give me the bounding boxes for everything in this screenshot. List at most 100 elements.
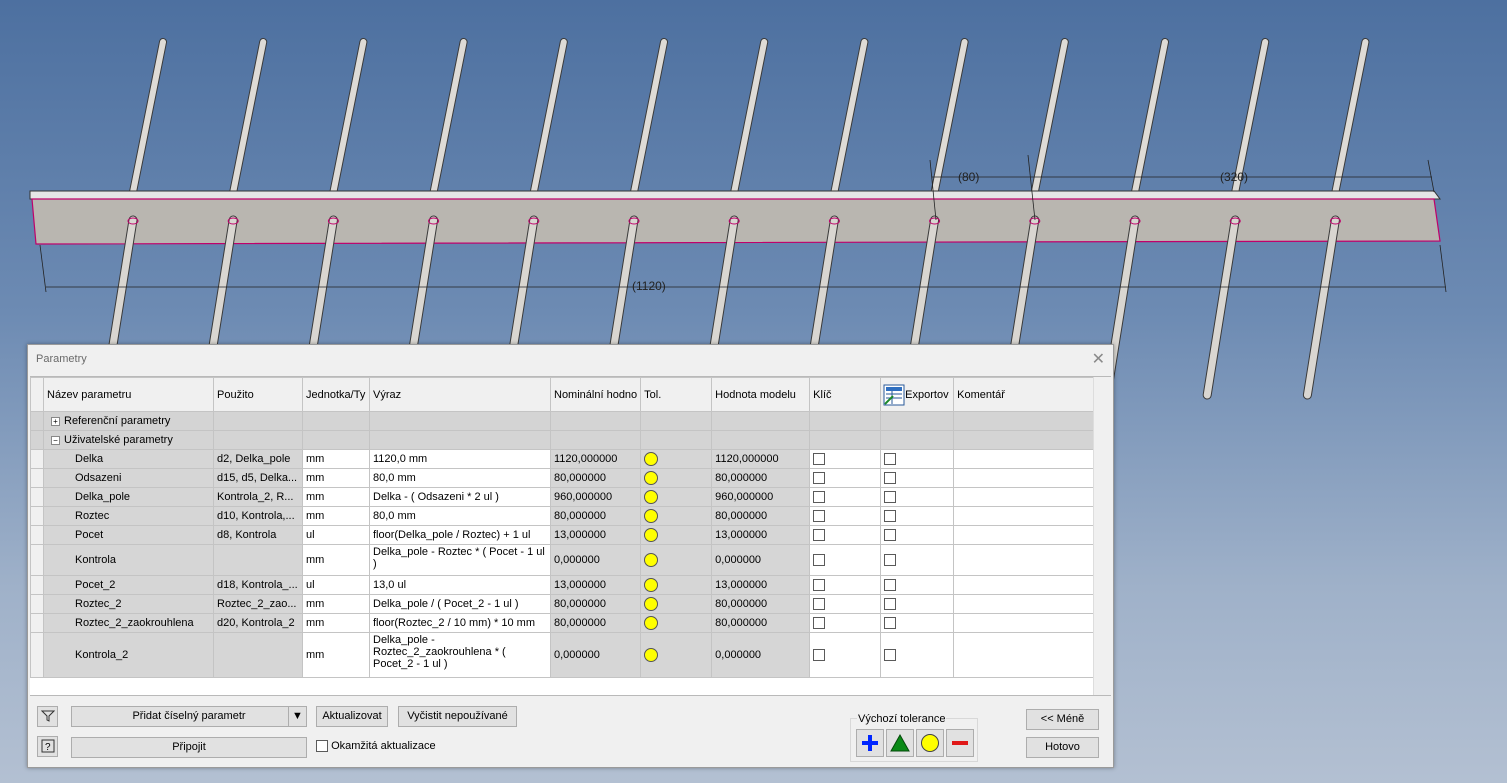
param-comment[interactable] bbox=[953, 613, 1100, 633]
section-user[interactable]: − Uživatelské parametry bbox=[30, 430, 1100, 450]
param-name-cell[interactable]: Kontrola_2 bbox=[43, 632, 214, 678]
param-name-cell[interactable]: Pocet_2 bbox=[43, 575, 214, 595]
col-comment[interactable]: Komentář bbox=[953, 377, 1100, 412]
param-expression[interactable]: Delka_pole / ( Pocet_2 - 1 ul ) bbox=[369, 594, 551, 614]
col-model-value[interactable]: Hodnota modelu bbox=[711, 377, 811, 412]
tolerance-circle-icon[interactable] bbox=[644, 578, 659, 592]
param-comment[interactable] bbox=[953, 575, 1100, 595]
param-export[interactable] bbox=[880, 632, 955, 678]
param-tolerance[interactable] bbox=[640, 544, 713, 576]
param-name-cell[interactable]: Pocet bbox=[43, 525, 214, 545]
export-checkbox[interactable] bbox=[884, 453, 897, 466]
param-expression[interactable]: floor(Delka_pole / Roztec) + 1 ul bbox=[369, 525, 551, 545]
param-name-cell[interactable]: Roztec_2 bbox=[43, 594, 214, 614]
param-unit[interactable]: mm bbox=[302, 594, 370, 614]
param-export[interactable] bbox=[880, 525, 955, 545]
tolerance-triangle-button[interactable] bbox=[886, 729, 914, 757]
collapse-icon[interactable]: − bbox=[51, 436, 60, 445]
param-tolerance[interactable] bbox=[640, 506, 713, 526]
param-unit[interactable]: mm bbox=[302, 506, 370, 526]
param-unit[interactable]: mm bbox=[302, 613, 370, 633]
export-checkbox[interactable] bbox=[884, 617, 897, 630]
section-reference[interactable]: + Referenční parametry bbox=[30, 411, 1100, 431]
param-tolerance[interactable] bbox=[640, 632, 713, 678]
tolerance-circle-icon[interactable] bbox=[644, 648, 659, 662]
add-numeric-parameter-button[interactable]: Přidat číselný parametr ▼ bbox=[71, 706, 307, 727]
param-comment[interactable] bbox=[953, 525, 1100, 545]
param-tolerance[interactable] bbox=[640, 594, 713, 614]
export-checkbox[interactable] bbox=[884, 529, 897, 542]
tolerance-circle-icon[interactable] bbox=[644, 553, 659, 567]
param-key[interactable] bbox=[809, 506, 882, 526]
close-icon[interactable]: ✕ bbox=[1092, 349, 1105, 369]
filter-button[interactable] bbox=[37, 706, 58, 727]
col-name[interactable]: Název parametru bbox=[43, 377, 214, 412]
key-checkbox[interactable] bbox=[813, 554, 826, 567]
param-expression[interactable]: Delka - ( Odsazeni * 2 ul ) bbox=[369, 487, 551, 507]
parameter-row[interactable]: Pocet_2 d18, Kontrola_... ul 13,0 ul 13,0000… bbox=[30, 575, 1100, 595]
param-tolerance[interactable] bbox=[640, 487, 713, 507]
tolerance-circle-icon[interactable] bbox=[644, 597, 659, 611]
export-checkbox[interactable] bbox=[884, 510, 897, 523]
param-name-cell[interactable]: Roztec bbox=[43, 506, 214, 526]
expand-icon[interactable]: + bbox=[51, 417, 60, 426]
tolerance-minus-button[interactable] bbox=[946, 729, 974, 757]
param-unit[interactable]: mm bbox=[302, 468, 370, 488]
param-comment[interactable] bbox=[953, 506, 1100, 526]
dropdown-arrow-icon[interactable]: ▼ bbox=[288, 707, 306, 726]
param-unit[interactable]: mm bbox=[302, 544, 370, 576]
parameter-row[interactable]: Pocet d8, Kontrola ul floor(Delka_pole / Ro… bbox=[30, 525, 1100, 545]
param-comment[interactable] bbox=[953, 487, 1100, 507]
parameter-row[interactable]: Kontrola mm Delka_pole - Roztec * ( Pocet … bbox=[30, 544, 1100, 576]
param-tolerance[interactable] bbox=[640, 613, 713, 633]
col-unit[interactable]: Jednotka/Ty bbox=[302, 377, 370, 412]
col-nominal[interactable]: Nominální hodno bbox=[549, 377, 642, 412]
update-button[interactable]: Aktualizovat bbox=[316, 706, 388, 727]
export-checkbox[interactable] bbox=[884, 491, 897, 504]
param-expression[interactable]: floor(Roztec_2 / 10 mm) * 10 mm bbox=[369, 613, 551, 633]
export-checkbox[interactable] bbox=[884, 579, 897, 592]
param-key[interactable] bbox=[809, 575, 882, 595]
param-key[interactable] bbox=[809, 487, 882, 507]
parameter-row[interactable]: Odsazeni d15, d5, Delka... mm 80,0 mm 80,000… bbox=[30, 468, 1100, 488]
col-tolerance[interactable]: Tol. bbox=[640, 377, 713, 412]
col-used[interactable]: Použito bbox=[213, 377, 303, 412]
param-tolerance[interactable] bbox=[640, 449, 713, 469]
parameter-row[interactable]: Roztec_2 Roztec_2_zao... mm Delka_pole / ( … bbox=[30, 594, 1100, 614]
param-name-cell[interactable]: Delka_pole bbox=[43, 487, 214, 507]
key-checkbox[interactable] bbox=[813, 510, 826, 523]
param-tolerance[interactable] bbox=[640, 575, 713, 595]
param-comment[interactable] bbox=[953, 449, 1100, 469]
key-checkbox[interactable] bbox=[813, 453, 826, 466]
param-comment[interactable] bbox=[953, 594, 1100, 614]
param-export[interactable] bbox=[880, 506, 955, 526]
vertical-scrollbar[interactable] bbox=[1093, 377, 1111, 695]
done-button[interactable]: Hotovo bbox=[1026, 737, 1099, 758]
param-comment[interactable] bbox=[953, 632, 1100, 678]
param-export[interactable] bbox=[880, 487, 955, 507]
param-unit[interactable]: ul bbox=[302, 575, 370, 595]
key-checkbox[interactable] bbox=[813, 649, 826, 662]
tolerance-circle-button[interactable] bbox=[916, 729, 944, 757]
param-unit[interactable]: mm bbox=[302, 632, 370, 678]
key-checkbox[interactable] bbox=[813, 617, 826, 630]
tolerance-circle-icon[interactable] bbox=[644, 452, 659, 466]
param-comment[interactable] bbox=[953, 544, 1100, 576]
tolerance-circle-icon[interactable] bbox=[644, 509, 659, 523]
param-key[interactable] bbox=[809, 613, 882, 633]
param-unit[interactable]: mm bbox=[302, 449, 370, 469]
immediate-update-checkbox[interactable]: Okamžitá aktualizace bbox=[316, 740, 436, 753]
key-checkbox[interactable] bbox=[813, 491, 826, 504]
param-unit[interactable]: mm bbox=[302, 487, 370, 507]
parameter-row[interactable]: Delka_pole Kontrola_2, R... mm Delka - ( Od… bbox=[30, 487, 1100, 507]
param-expression[interactable]: 80,0 mm bbox=[369, 506, 551, 526]
link-button[interactable]: Připojit bbox=[71, 737, 307, 758]
checkbox-box[interactable] bbox=[316, 740, 328, 753]
tolerance-circle-icon[interactable] bbox=[644, 471, 659, 485]
export-checkbox[interactable] bbox=[884, 598, 897, 611]
param-name-cell[interactable]: Kontrola bbox=[43, 544, 214, 576]
param-name-cell[interactable]: Delka bbox=[43, 449, 214, 469]
param-expression[interactable]: Delka_pole - Roztec_2_zaokrouhlena * ( P… bbox=[369, 632, 551, 678]
tolerance-circle-icon[interactable] bbox=[644, 616, 659, 630]
param-tolerance[interactable] bbox=[640, 468, 713, 488]
